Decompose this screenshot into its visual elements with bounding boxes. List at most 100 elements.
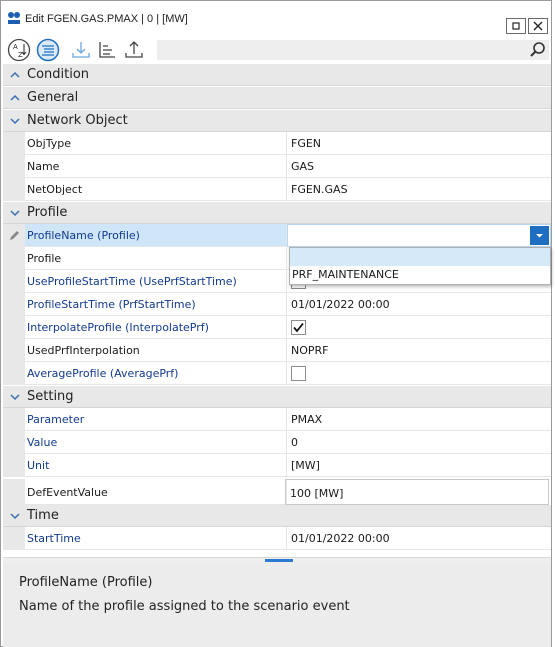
property-name[interactable]: Value bbox=[25, 431, 287, 454]
close-icon bbox=[533, 21, 543, 31]
property-name[interactable]: AverageProfile (AveragePrf) bbox=[25, 362, 287, 385]
property-name[interactable]: Profile bbox=[25, 247, 287, 270]
property-name[interactable]: ProfileName (Profile) bbox=[25, 224, 287, 247]
dropdown-option[interactable]: PRF_MAINTENANCE bbox=[292, 268, 399, 281]
profile-dropdown-list: PRF_MAINTENANCE bbox=[289, 247, 551, 285]
category-label: Profile bbox=[27, 205, 68, 220]
property-value[interactable]: [MW] bbox=[287, 454, 551, 477]
property-value[interactable]: FGEN bbox=[287, 132, 551, 155]
property-value[interactable]: 01/01/2022 00:00 bbox=[287, 527, 551, 550]
chevron-down-icon bbox=[10, 513, 20, 520]
category-label: Setting bbox=[27, 389, 74, 404]
toolbar: A Z bbox=[1, 36, 551, 64]
row-gutter bbox=[3, 132, 25, 155]
property-value bbox=[287, 316, 551, 339]
property-row-objtype: ObjType FGEN bbox=[3, 132, 551, 155]
edit-window: Edit FGEN.GAS.PMAX | 0 | [MW] A Z Condit… bbox=[0, 0, 552, 647]
property-row-profile-name: ProfileName (Profile) bbox=[3, 224, 551, 247]
row-gutter bbox=[3, 527, 25, 550]
splitter-grip[interactable] bbox=[265, 559, 293, 562]
interpolate-checkbox[interactable] bbox=[291, 320, 306, 335]
property-name[interactable]: InterpolateProfile (InterpolatePrf) bbox=[25, 316, 287, 339]
description-text: Name of the profile assigned to the scen… bbox=[19, 599, 350, 614]
download-button[interactable] bbox=[69, 38, 93, 62]
maximize-icon bbox=[512, 22, 520, 30]
property-row-start-time: ProfileStartTime (PrfStartTime) 01/01/20… bbox=[3, 293, 551, 316]
category-setting[interactable]: Setting bbox=[3, 386, 551, 408]
property-value[interactable]: 0 bbox=[287, 431, 551, 454]
chevron-down-icon bbox=[10, 394, 20, 401]
property-value[interactable]: PMAX bbox=[287, 408, 551, 431]
download-icon bbox=[72, 42, 90, 58]
row-gutter bbox=[3, 339, 25, 362]
property-name[interactable]: Parameter bbox=[25, 408, 287, 431]
property-row-start-time: StartTime 01/01/2022 00:00 bbox=[3, 527, 551, 550]
average-checkbox[interactable] bbox=[291, 366, 306, 381]
property-row-parameter: Parameter PMAX bbox=[3, 408, 551, 431]
property-name[interactable]: ProfileStartTime (PrfStartTime) bbox=[25, 293, 287, 316]
upload-icon bbox=[125, 41, 143, 58]
property-name[interactable]: UseProfileStartTime (UsePrfStartTime) bbox=[25, 270, 287, 293]
property-name[interactable]: Unit bbox=[25, 454, 287, 477]
upload-button[interactable] bbox=[122, 38, 146, 62]
title-bar: Edit FGEN.GAS.PMAX | 0 | [MW] bbox=[1, 1, 551, 35]
description-title: ProfileName (Profile) bbox=[19, 575, 153, 590]
maximize-button[interactable] bbox=[506, 18, 526, 34]
hierarchy-button[interactable] bbox=[95, 38, 119, 62]
category-label: Network Object bbox=[27, 113, 128, 128]
category-label: General bbox=[27, 90, 79, 105]
category-profile[interactable]: Profile bbox=[3, 202, 551, 224]
category-time[interactable]: Time bbox=[3, 505, 551, 527]
category-condition[interactable]: Condition bbox=[3, 64, 551, 86]
row-gutter bbox=[3, 178, 25, 201]
row-gutter bbox=[3, 431, 25, 454]
chevron-down-icon bbox=[536, 234, 543, 238]
property-row-name: Name GAS bbox=[3, 155, 551, 178]
property-name[interactable]: UsedPrfInterpolation bbox=[25, 339, 287, 362]
property-row-value: Value 0 bbox=[3, 431, 551, 454]
row-gutter bbox=[3, 479, 25, 505]
property-row-average: AverageProfile (AveragePrf) bbox=[3, 362, 551, 385]
property-name[interactable]: StartTime bbox=[25, 527, 287, 550]
chevron-up-icon bbox=[10, 71, 20, 78]
description-panel: ProfileName (Profile) Name of the profil… bbox=[3, 563, 551, 647]
property-row-netobject: NetObject FGEN.GAS bbox=[3, 178, 551, 201]
row-gutter bbox=[3, 224, 25, 247]
hierarchy-icon bbox=[99, 42, 115, 58]
row-gutter bbox=[3, 454, 25, 477]
row-gutter bbox=[3, 362, 25, 385]
row-gutter bbox=[3, 155, 25, 178]
property-name[interactable]: DefEventValue bbox=[25, 479, 287, 505]
pencil-icon bbox=[10, 231, 19, 240]
sort-az-button[interactable]: A Z bbox=[7, 38, 31, 62]
chevron-down-icon bbox=[10, 118, 20, 125]
app-logo-icon bbox=[8, 12, 20, 24]
categorize-button[interactable] bbox=[36, 38, 60, 62]
chevron-down-icon bbox=[10, 210, 20, 217]
property-value[interactable]: FGEN.GAS bbox=[287, 178, 551, 201]
search-icon[interactable] bbox=[529, 41, 547, 59]
dropdown-option-empty[interactable] bbox=[290, 248, 550, 266]
row-gutter bbox=[3, 316, 25, 339]
property-name[interactable]: Name bbox=[25, 155, 287, 178]
window-title: Edit FGEN.GAS.PMAX | 0 | [MW] bbox=[25, 13, 188, 25]
def-event-input[interactable]: 100 [MW] bbox=[285, 479, 549, 505]
row-gutter bbox=[3, 293, 25, 316]
property-value[interactable]: 01/01/2022 00:00 bbox=[287, 293, 551, 316]
close-button[interactable] bbox=[528, 18, 548, 34]
profile-name-dropdown[interactable] bbox=[287, 224, 551, 247]
checkmark-icon bbox=[293, 322, 304, 333]
property-name[interactable]: ObjType bbox=[25, 132, 287, 155]
row-gutter bbox=[3, 270, 25, 293]
property-value[interactable]: GAS bbox=[287, 155, 551, 178]
property-row-interpolate: InterpolateProfile (InterpolatePrf) bbox=[3, 316, 551, 339]
category-general[interactable]: General bbox=[3, 87, 551, 109]
property-value[interactable]: NOPRF bbox=[287, 339, 551, 362]
search-input[interactable] bbox=[157, 40, 549, 60]
property-row-used-interp: UsedPrfInterpolation NOPRF bbox=[3, 339, 551, 362]
category-network-object[interactable]: Network Object bbox=[3, 110, 551, 132]
category-label: Time bbox=[27, 508, 59, 523]
dropdown-arrow-button[interactable] bbox=[530, 226, 549, 245]
property-name[interactable]: NetObject bbox=[25, 178, 287, 201]
svg-text:A: A bbox=[13, 43, 18, 51]
